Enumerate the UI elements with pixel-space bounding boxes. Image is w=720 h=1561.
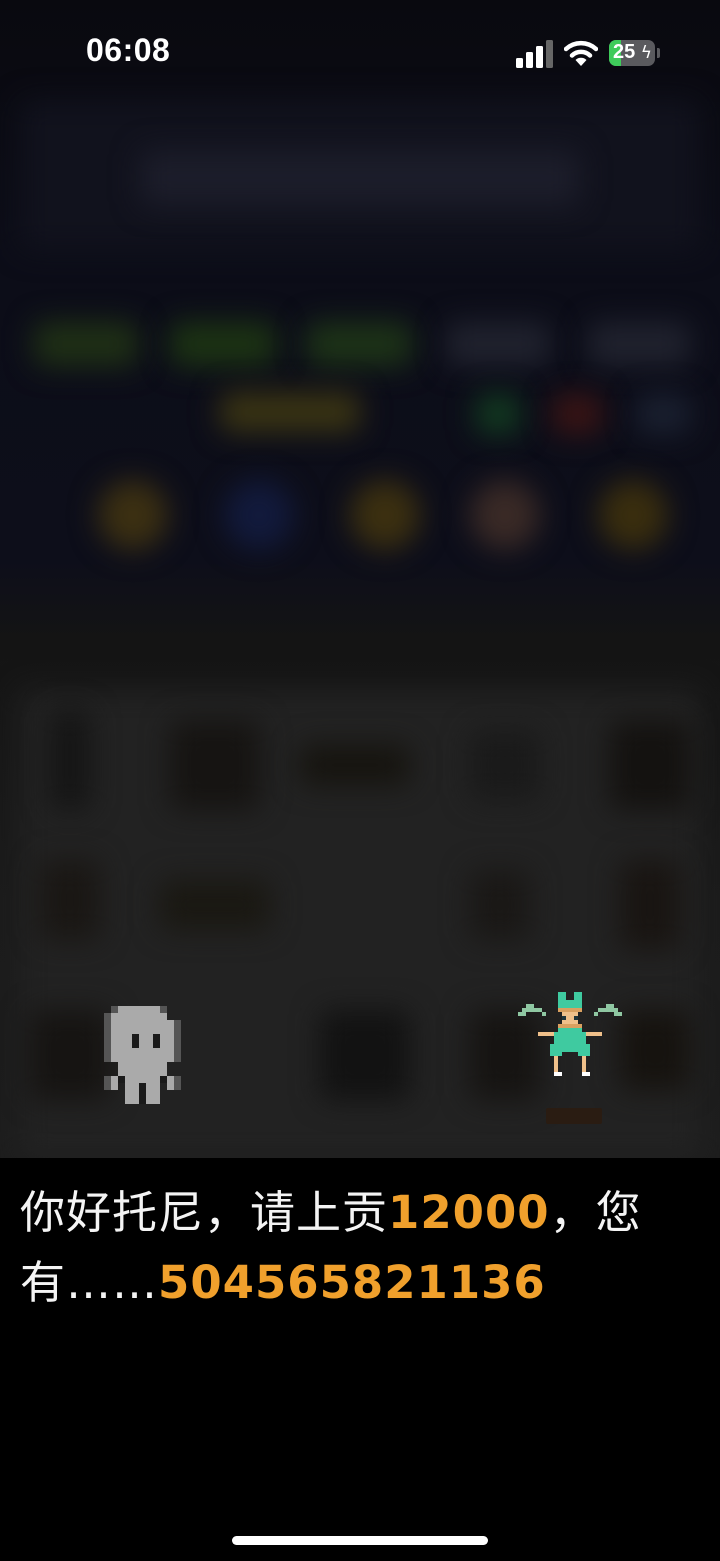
blurred-title-strip xyxy=(140,150,580,206)
blurred-icon xyxy=(470,480,540,550)
blurred-menu-button xyxy=(446,322,550,366)
tribute-amount: 12000 xyxy=(388,1186,550,1239)
blurred-indicator xyxy=(636,394,690,434)
blurred-icon xyxy=(98,480,168,550)
dialogue-text[interactable]: 你好托尼，请上贡12000，您有……504565821136 xyxy=(20,1178,680,1318)
blurred-indicator xyxy=(476,394,520,434)
blurred-furniture xyxy=(470,730,540,800)
blurred-menu-button xyxy=(170,322,276,366)
blurred-menu-button xyxy=(34,322,138,366)
status-bar: 06:08 25 ϟ xyxy=(0,0,720,100)
game-screen: 06:08 25 ϟ 你好托尼，请上贡12000，您有……50456582113… xyxy=(0,0,720,1561)
blurred-furniture xyxy=(170,720,260,810)
blurred-furniture xyxy=(40,860,100,940)
cellular-signal-icon xyxy=(516,40,554,68)
blurred-furniture xyxy=(620,1010,690,1090)
blurred-label xyxy=(220,392,360,432)
charging-bolt-icon: ϟ xyxy=(640,43,652,63)
wifi-icon xyxy=(564,40,598,66)
blurred-icon xyxy=(224,480,294,550)
green-winged-sprite[interactable] xyxy=(518,992,622,1076)
blurred-furniture xyxy=(30,1010,110,1100)
battery-tip xyxy=(657,48,660,58)
blurred-furniture xyxy=(160,880,270,930)
player-balance: 504565821136 xyxy=(158,1256,546,1309)
blurred-furniture xyxy=(50,710,90,810)
ghost-tony-sprite[interactable] xyxy=(104,1006,181,1104)
battery-charging-icon: 25 ϟ xyxy=(609,40,655,66)
blurred-icon xyxy=(350,480,420,550)
blurred-indicator xyxy=(552,394,602,434)
status-time: 06:08 xyxy=(86,32,171,68)
blurred-furniture xyxy=(620,860,680,950)
blurred-furniture xyxy=(470,870,530,940)
blurred-furniture xyxy=(320,1010,410,1100)
home-indicator[interactable] xyxy=(232,1536,488,1545)
blurred-menu-button xyxy=(588,322,690,366)
blurred-icon xyxy=(598,480,668,550)
dialogue-greeting: 你好托尼，请上贡 xyxy=(20,1186,389,1239)
blurred-furniture xyxy=(610,720,690,810)
sprite-shadow xyxy=(546,1108,602,1124)
blurred-menu-button xyxy=(306,322,412,366)
battery-percent: 25 xyxy=(613,41,636,63)
game-background xyxy=(0,0,720,1158)
blurred-furniture xyxy=(300,745,410,785)
